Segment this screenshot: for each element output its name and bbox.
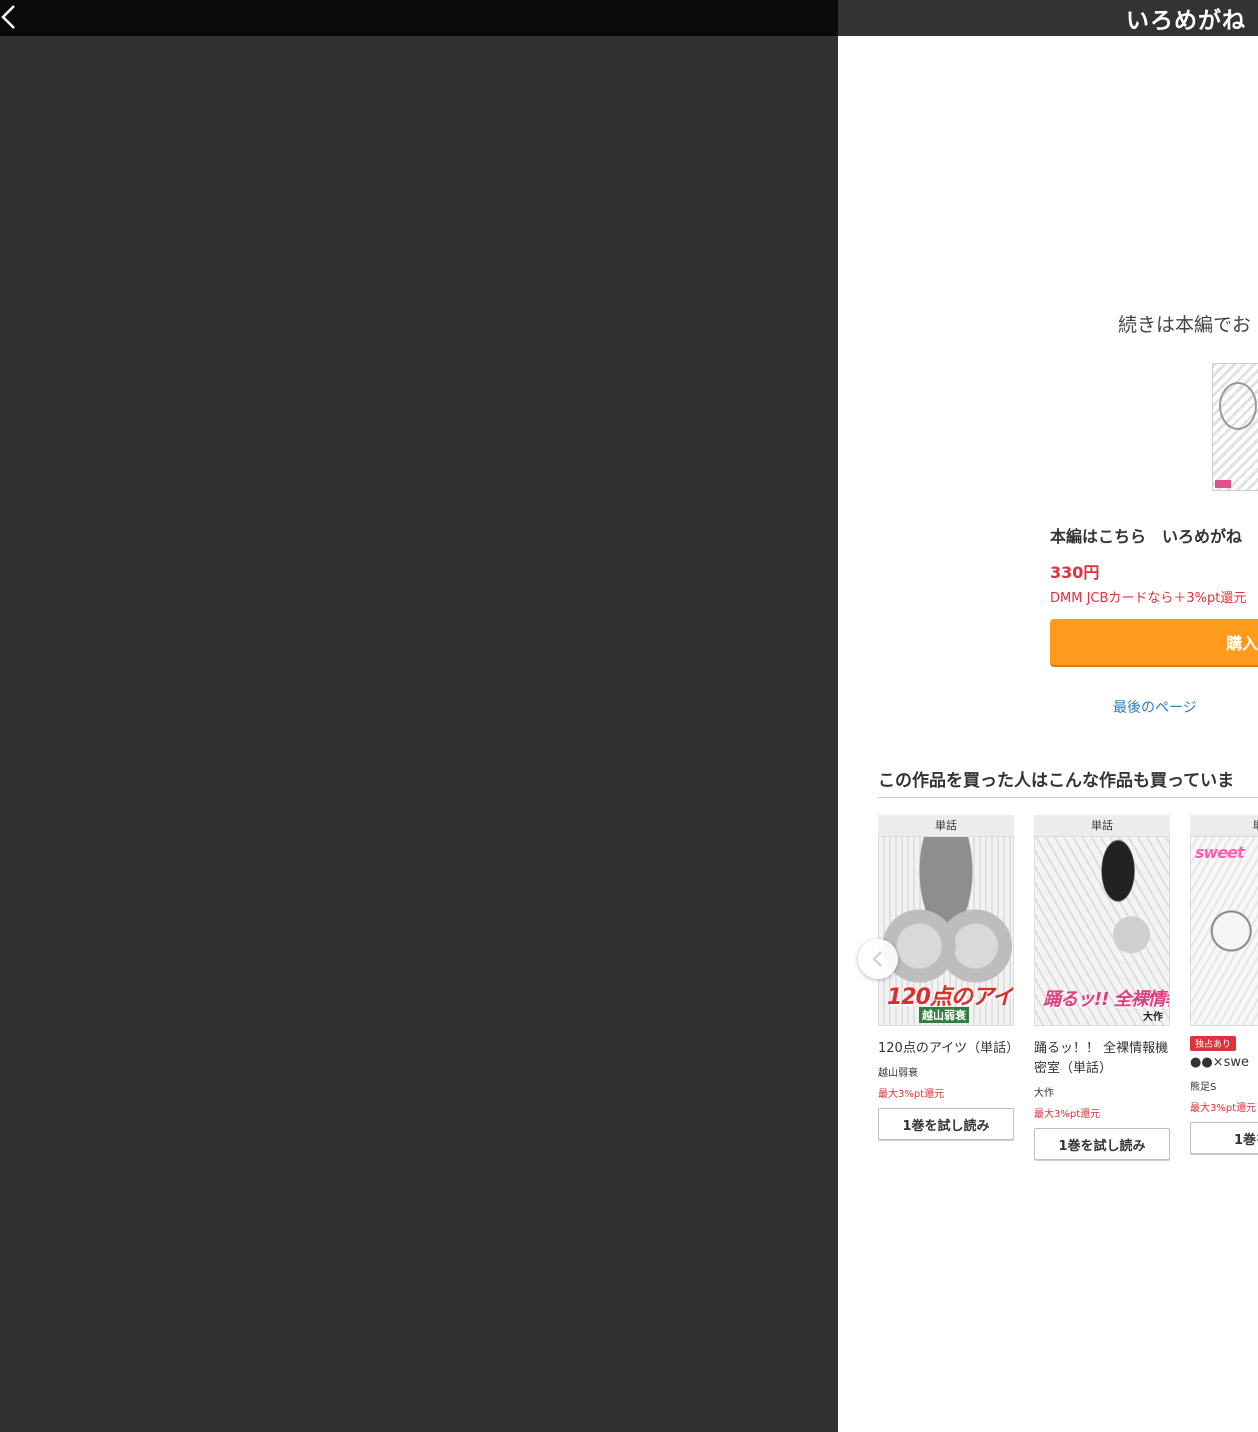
buy-button[interactable]: 購入 xyxy=(1050,619,1258,665)
card-type-label: 単 xyxy=(1190,815,1258,836)
trial-read-button[interactable]: 1巻を試し読み xyxy=(878,1108,1014,1140)
card-title[interactable]: 120点のアイツ（単話） xyxy=(878,1039,1019,1059)
card-point: 最大3%pt還元 xyxy=(1190,1103,1257,1114)
recommend-heading: この作品を買った人はこんな作品も買っていま xyxy=(878,771,1235,791)
main-volume-thumbnail[interactable] xyxy=(1212,363,1258,491)
continue-message: 続きは本編でお xyxy=(1118,314,1252,336)
chevron-left-icon xyxy=(872,951,882,967)
card-cover-image[interactable]: 踊るッ!! 全裸情報機密室 大作 xyxy=(1034,836,1170,1026)
chevron-left-icon[interactable] xyxy=(0,2,18,32)
cover-logo: sweet xyxy=(1195,843,1245,862)
trial-read-button[interactable]: 1巻を試し読み xyxy=(1034,1128,1170,1160)
main-volume-label: 本編はこちら いろめがね xyxy=(1050,523,1258,547)
card-point: 最大3%pt還元 xyxy=(878,1089,945,1100)
book-title: いろめがね xyxy=(1126,8,1246,34)
recommend-card[interactable]: 単話 踊るッ!! 全裸情報機密室 大作 踊るッ！！ 全裸情報機密室（単話） 大作… xyxy=(1034,815,1170,1160)
main-label-prefix: 本編はこちら xyxy=(1050,527,1147,546)
exclusive-badge: 独占あり xyxy=(1190,1036,1237,1051)
cover-author: 越山弱衰 xyxy=(919,1007,969,1023)
price: 330円 xyxy=(1050,563,1100,582)
main-label-title: いろめがね xyxy=(1162,527,1243,546)
point-note: DMM JCBカードなら＋3%pt還元 xyxy=(1050,591,1247,606)
thumbnail-badge xyxy=(1215,480,1231,488)
title-bar: いろめがね xyxy=(838,0,1258,36)
card-cover-image[interactable]: sweet xyxy=(1190,836,1258,1026)
card-point: 最大3%pt還元 xyxy=(1034,1109,1101,1120)
card-type-label: 単話 xyxy=(878,815,1014,836)
end-of-preview-panel: 続きは本編でお 本編はこちら いろめがね 330円 DMM JCBカードなら＋3%… xyxy=(838,36,1258,1432)
recommend-card[interactable]: 単 sweet 独占あり ●●×swe 熊足S 最大3%pt還元 1巻を試 xyxy=(1190,815,1258,1154)
last-page-link[interactable]: 最後のページ xyxy=(1113,697,1197,717)
card-title[interactable]: 踊るッ！！ 全裸情報機密室（単話） xyxy=(1034,1039,1170,1079)
cover-author: 大作 xyxy=(1143,1012,1163,1023)
card-author[interactable]: 熊足S xyxy=(1190,1078,1258,1093)
viewer-toolbar xyxy=(0,0,838,36)
carousel-prev-button[interactable] xyxy=(858,939,898,979)
card-cover-image[interactable]: 120点のアイツ 越山弱衰 xyxy=(878,836,1014,1026)
card-title[interactable]: ●●×swe xyxy=(1190,1053,1258,1073)
card-type-label: 単話 xyxy=(1034,815,1170,836)
recommend-card[interactable]: 単話 120点のアイツ 越山弱衰 120点のアイツ（単話） 越山弱衰 最大3%p… xyxy=(878,815,1019,1140)
card-author[interactable]: 越山弱衰 xyxy=(878,1064,1014,1079)
divider xyxy=(878,797,1258,798)
trial-read-button[interactable]: 1巻を試 xyxy=(1190,1122,1258,1154)
card-author[interactable]: 大作 xyxy=(1034,1084,1170,1099)
